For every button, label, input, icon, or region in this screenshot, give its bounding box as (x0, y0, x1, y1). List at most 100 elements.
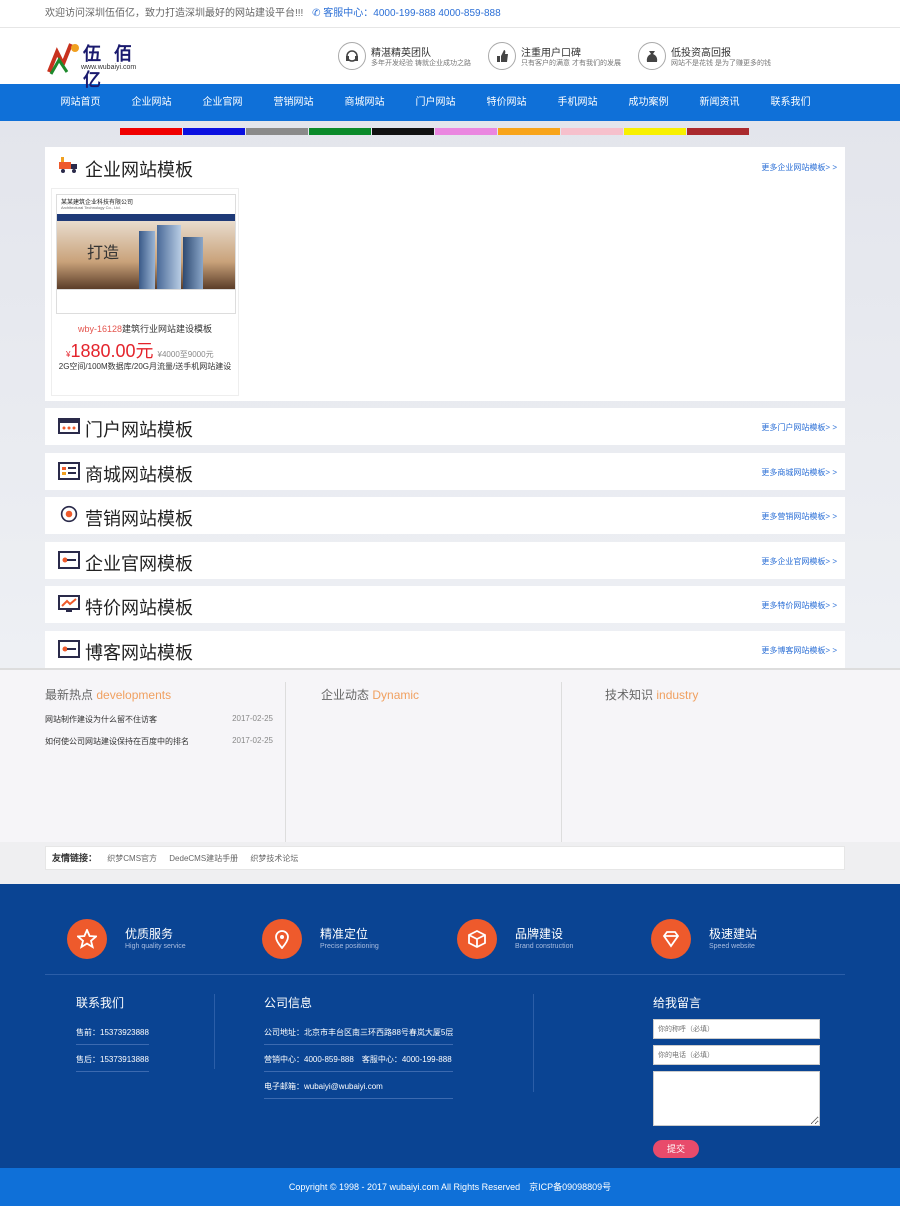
section-title: 营销网站模板 (85, 509, 193, 529)
news-column-dynamic: 企业动态 Dynamic (321, 670, 549, 844)
thumb-banner: 打造 (57, 221, 235, 289)
cart-icon (58, 462, 80, 480)
news-item[interactable]: 网站制作建设为什么留不住访客 2017-02-25 (45, 714, 273, 725)
news-column-tech: 技术知识 industry (605, 670, 833, 844)
message-textarea[interactable] (653, 1071, 820, 1126)
nav-item-portal[interactable]: 门户网站 (400, 84, 471, 121)
headset-icon (338, 42, 366, 70)
company-email: 电子邮箱：wubaiyi@wubaiyi.com (264, 1077, 454, 1099)
section-more-link[interactable]: 更多特价网站模板> > (761, 600, 837, 611)
nav-item-special[interactable]: 特价网站 (471, 84, 542, 121)
service-hotline: ✆ 客服中心：4000-199-888 4000-859-888 (312, 8, 501, 19)
feature-subtitle: 只有客户的满意 才有我们的发展 (521, 60, 621, 67)
footer-divider (45, 974, 845, 975)
color-swatch (372, 128, 434, 135)
name-input[interactable] (653, 1019, 820, 1039)
news-area: 最新热点 developments 网站制作建设为什么留不住访客 2017-02-… (0, 668, 900, 842)
feature-title: 低投资高回报 (671, 48, 731, 59)
nav-item-cases[interactable]: 成功案例 (613, 84, 684, 121)
key-icon (58, 640, 80, 658)
box-icon (457, 919, 497, 959)
service-title: 精准定位 (320, 927, 369, 941)
friend-links-label: 友情链接： (52, 853, 98, 863)
nav-item-official[interactable]: 企业官网 (187, 84, 258, 121)
original-price: ¥4000至9000元 (157, 350, 214, 359)
copyright: Copyright © 1998 - 2017 wubaiyi.com All … (0, 1168, 900, 1206)
phone-icon: ✆ (312, 8, 321, 19)
news-title-cn: 企业动态 (321, 688, 370, 702)
logo[interactable]: 伍 佰 亿 www.wubaiyi.com (45, 38, 155, 90)
feature-title: 精湛精英团队 (371, 48, 431, 59)
section-more-link[interactable]: 更多商城网站模板> > (761, 467, 837, 478)
target-icon (60, 505, 78, 523)
thumb-banner-text: 打造 (87, 243, 120, 262)
section-title: 企业官网模板 (85, 554, 193, 574)
feature-subtitle: 网站不是花钱 是为了赚更多的钱 (671, 60, 771, 67)
color-bar (120, 128, 750, 136)
contact-title: 联系我们 (76, 996, 125, 1010)
diamond-icon (651, 919, 691, 959)
phone-input[interactable] (653, 1045, 820, 1065)
color-swatch (561, 128, 623, 135)
section-marketing: 营销网站模板 更多营销网站模板> > (45, 497, 845, 534)
nav-item-contact[interactable]: 联系我们 (755, 84, 826, 121)
thumb-nav (57, 214, 235, 221)
template-card[interactable]: 某某建筑企业科技有限公司 Architectural Technology Co… (51, 188, 239, 396)
company-address: 公司地址：北京市丰台区南三环西路88号春岚大厦5层 (264, 1023, 454, 1045)
section-special: 特价网站模板 更多特价网站模板> > (45, 586, 845, 623)
color-swatch (309, 128, 371, 135)
message-title: 给我留言 (653, 996, 702, 1010)
nav-item-news[interactable]: 新闻资讯 (684, 84, 755, 121)
welcome-text: 欢迎访问深圳伍佰亿，致力打造深圳最好的网站建设平台!!! (45, 8, 304, 19)
news-item-title[interactable]: 网站制作建设为什么留不住访客 (45, 715, 157, 724)
divider (533, 994, 534, 1092)
service-title: 优质服务 (125, 927, 174, 941)
color-swatch (624, 128, 686, 135)
nav-item-marketing[interactable]: 营销网站 (258, 84, 329, 121)
key-icon (58, 551, 80, 569)
section-title: 商城网站模板 (85, 465, 193, 485)
location-pin-icon (262, 919, 302, 959)
friend-link[interactable]: DedeCMS建站手册 (169, 854, 238, 863)
submit-button[interactable]: 提交 (653, 1140, 699, 1158)
truck-icon (59, 157, 77, 173)
news-item-title[interactable]: 如何使公司网站建设保持在百度中的排名 (45, 737, 189, 746)
thumb-footer (57, 289, 235, 299)
section-more-link[interactable]: 更多企业网站模板> > (761, 162, 837, 173)
section-more-link[interactable]: 更多企业官网模板> > (761, 556, 837, 567)
template-title: 建筑行业网站建设模板 (122, 324, 213, 334)
template-thumbnail[interactable]: 某某建筑企业科技有限公司 Architectural Technology Co… (56, 194, 236, 314)
section-more-link[interactable]: 更多营销网站模板> > (761, 511, 837, 522)
star-icon (67, 919, 107, 959)
news-item[interactable]: 如何使公司网站建设保持在百度中的排名 2017-02-25 (45, 736, 273, 747)
section-title: 特价网站模板 (85, 598, 193, 618)
color-swatch (687, 128, 749, 135)
service-subtitle: Precise positioning (320, 943, 379, 950)
section-blog: 博客网站模板 更多博客网站模板> > (45, 631, 845, 668)
message-form: 给我留言 提交 (653, 994, 823, 1164)
service-hotline-text: 客服中心：4000-199-888 4000-859-888 (323, 8, 501, 19)
aftersale-phone: 售后：15373913888 (76, 1050, 149, 1072)
monitor-icon (58, 595, 80, 612)
section-portal: 门户网站模板 更多门户网站模板> > (45, 408, 845, 445)
thumb-building (139, 231, 155, 289)
color-swatch (498, 128, 560, 135)
window-icon (58, 418, 80, 434)
section-more-link[interactable]: 更多门户网站模板> > (761, 422, 837, 433)
section-title: 企业网站模板 (85, 160, 193, 180)
friend-link[interactable]: 织梦技术论坛 (250, 854, 298, 863)
template-name[interactable]: wby-16128建筑行业网站建设模板 (52, 322, 238, 335)
news-title-en: Dynamic (372, 688, 420, 702)
nav-item-mobile[interactable]: 手机网站 (542, 84, 613, 121)
feature-subtitle: 多年开发经验 铸就企业成功之路 (371, 60, 471, 67)
nav-item-mall[interactable]: 商城网站 (329, 84, 400, 121)
logo-url: www.wubaiyi.com (81, 64, 137, 71)
company-title: 公司信息 (264, 996, 313, 1010)
service-title: 极速建站 (709, 927, 758, 941)
money-bag-icon (638, 42, 666, 70)
header: 伍 佰 亿 www.wubaiyi.com 精湛精英团队 多年开发经验 铸就企业… (0, 28, 900, 90)
logo-mark-icon (47, 43, 79, 75)
section-title: 门户网站模板 (85, 420, 193, 440)
section-more-link[interactable]: 更多博客网站模板> > (761, 645, 837, 656)
friend-link[interactable]: 织梦CMS官方 (107, 854, 157, 863)
